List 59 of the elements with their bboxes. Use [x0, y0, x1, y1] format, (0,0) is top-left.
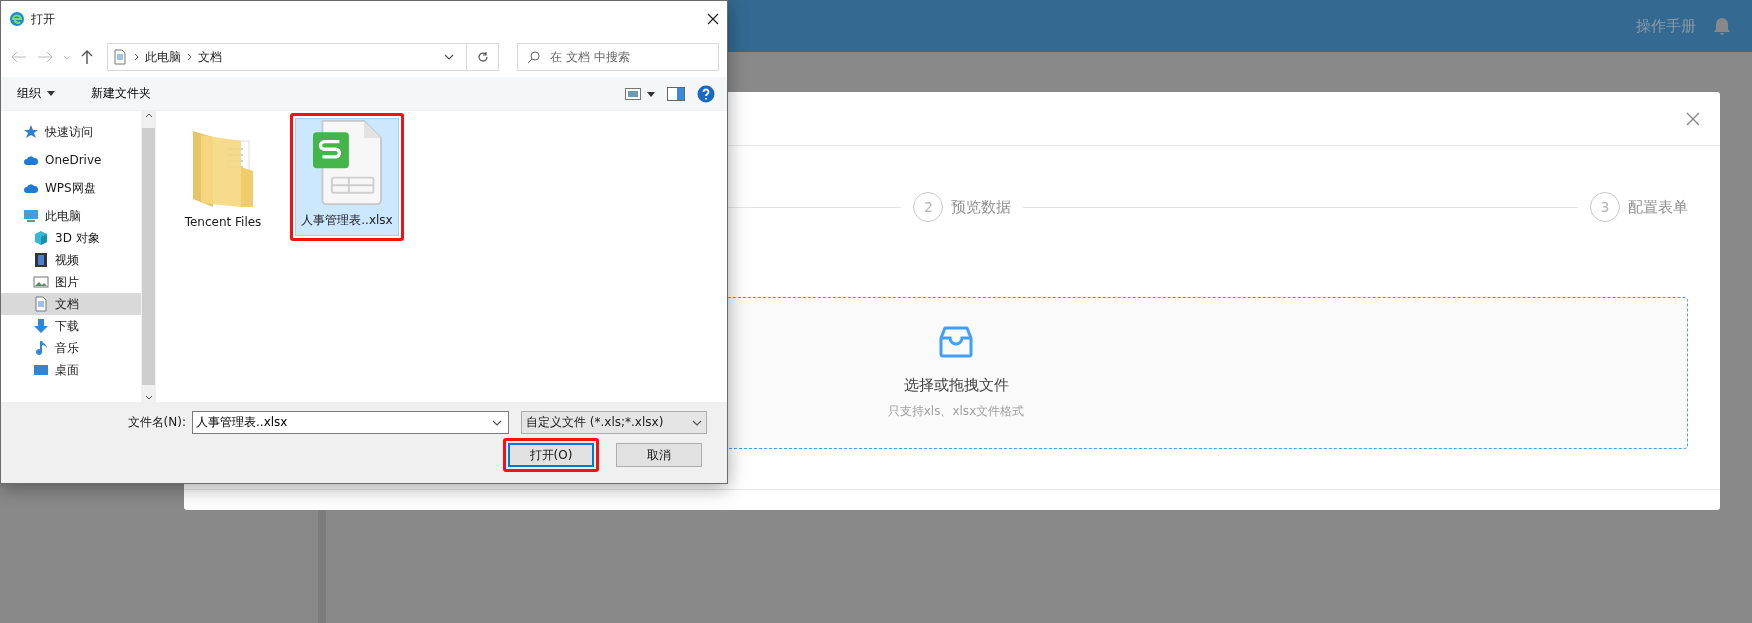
scroll-down-icon[interactable] — [144, 395, 153, 400]
chevron-right-icon — [134, 53, 139, 61]
refresh-icon — [476, 51, 489, 63]
star-icon — [23, 124, 39, 140]
nav-item[interactable]: 快速访问 — [1, 121, 141, 143]
file-name: 人事管理表..xlsx — [301, 212, 393, 229]
dialog-button[interactable]: 取消 — [616, 443, 702, 467]
file-name-field[interactable]: 人事管理表..xlsx — [192, 411, 509, 434]
chevron-down-icon — [444, 54, 454, 60]
nav-item[interactable]: 3D 对象 — [1, 227, 141, 249]
nav-item[interactable]: 音乐 — [1, 337, 141, 359]
nav-item[interactable]: 视频 — [1, 249, 141, 271]
step-label: 预览数据 — [951, 197, 1012, 217]
document-icon — [33, 296, 49, 312]
scroll-up-icon[interactable] — [144, 113, 153, 118]
path-crumb[interactable]: 此电脑 — [145, 48, 181, 66]
address-bar[interactable]: 此电脑 文档 — [107, 43, 499, 71]
chevron-right-icon — [187, 53, 192, 61]
file-type-select[interactable]: 自定义文件 (*.xls;*.xlsx) — [521, 411, 707, 434]
caret-icon — [63, 54, 71, 60]
scrollbar[interactable] — [141, 111, 156, 402]
preview-pane-button[interactable] — [665, 84, 687, 103]
app-logo-icon — [9, 11, 25, 27]
up-arrow-button[interactable] — [79, 48, 95, 66]
file-name-label: 文件名(N): — [127, 414, 186, 431]
computer-icon — [23, 208, 39, 224]
chevron-down-icon — [492, 419, 502, 426]
nav-item[interactable]: 下载 — [1, 315, 141, 337]
search-icon — [527, 51, 540, 64]
picture-icon — [33, 274, 49, 290]
document-icon — [112, 49, 128, 65]
step-label: 配置表单 — [1628, 197, 1688, 217]
nav-item[interactable]: 此电脑 — [1, 205, 141, 227]
search-field[interactable]: 在 文档 中搜索 — [517, 43, 719, 71]
file-name: Tencent Files — [184, 215, 262, 229]
nav-item[interactable]: 文档 — [1, 293, 141, 315]
music-note-icon — [33, 340, 49, 356]
upload-hint: 只支持xls、xlsx文件格式 — [887, 403, 1025, 420]
toolbar-button[interactable]: 新建文件夹 — [83, 81, 159, 106]
dialog-button[interactable]: 打开(O) — [508, 443, 594, 467]
path-crumb[interactable]: 文档 — [198, 48, 222, 66]
close-icon[interactable] — [707, 13, 719, 25]
inbox-icon — [939, 326, 973, 358]
file-tile[interactable]: Tencent Files — [175, 118, 271, 236]
nav-item[interactable]: WPS网盘 — [1, 177, 141, 199]
nav-item[interactable]: 桌面 — [1, 359, 141, 381]
view-options-button[interactable] — [623, 85, 657, 102]
file-tile[interactable]: 人事管理表..xlsx — [295, 118, 399, 236]
caret-icon — [47, 91, 55, 96]
nav-item[interactable]: 图片 — [1, 271, 141, 293]
cube-icon — [33, 230, 49, 246]
toolbar-button[interactable]: 组织 — [9, 81, 63, 106]
chevron-down-icon — [692, 419, 702, 426]
nav-item[interactable]: OneDrive — [1, 149, 141, 171]
down-arrow-icon — [33, 318, 49, 334]
window-title: 打开 — [31, 10, 56, 28]
upload-title: 选择或拖拽文件 — [903, 376, 1009, 395]
desktop-icon — [33, 362, 49, 378]
film-icon — [33, 252, 49, 268]
